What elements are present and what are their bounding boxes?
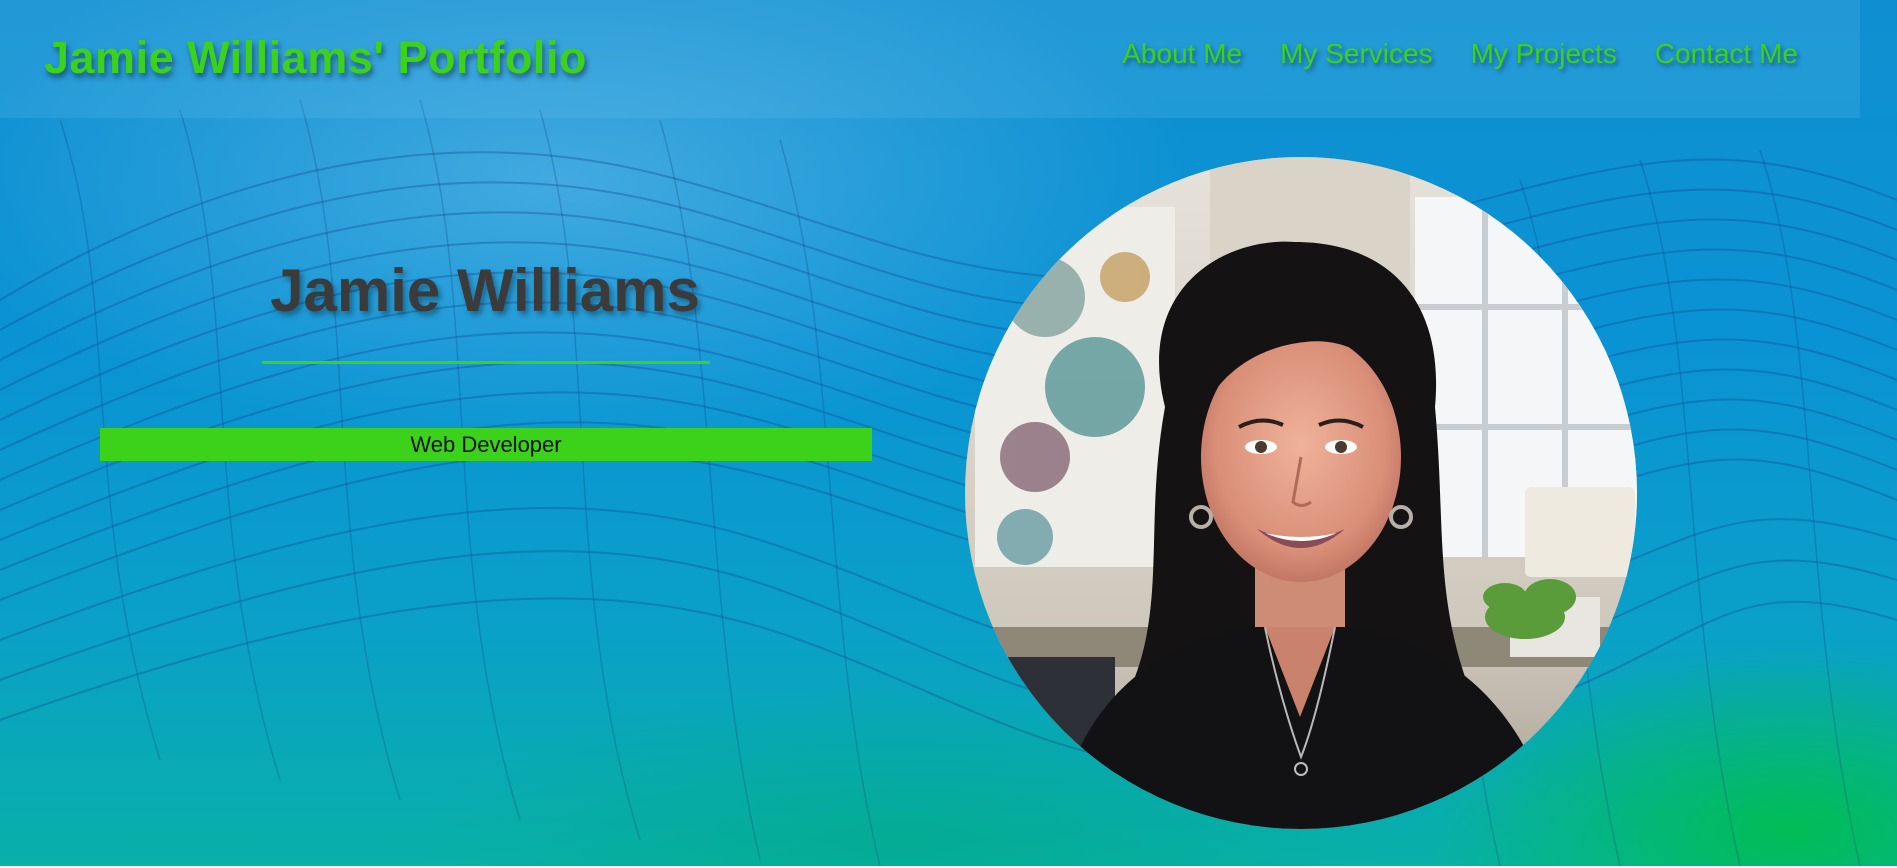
main-nav: About Me My Services My Projects Contact…	[1122, 38, 1798, 70]
role-label: Web Developer	[410, 431, 562, 457]
nav-link-my-projects[interactable]: My Projects	[1471, 38, 1617, 70]
site-header: Jamie Williams' Portfolio About Me My Se…	[0, 0, 1860, 118]
hero-name-heading: Jamie Williams	[270, 257, 700, 324]
profile-photo	[965, 157, 1637, 829]
portfolio-page: Jamie Williams' Portfolio About Me My Se…	[0, 0, 1897, 866]
nav-link-about-me[interactable]: About Me	[1122, 38, 1242, 70]
nav-link-my-services[interactable]: My Services	[1280, 38, 1432, 70]
site-brand-title[interactable]: Jamie Williams' Portfolio	[44, 32, 587, 84]
role-banner: Web Developer	[100, 428, 872, 461]
profile-photo-illustration	[965, 157, 1637, 829]
nav-link-contact-me[interactable]: Contact Me	[1655, 38, 1798, 70]
hero-divider	[262, 361, 710, 364]
